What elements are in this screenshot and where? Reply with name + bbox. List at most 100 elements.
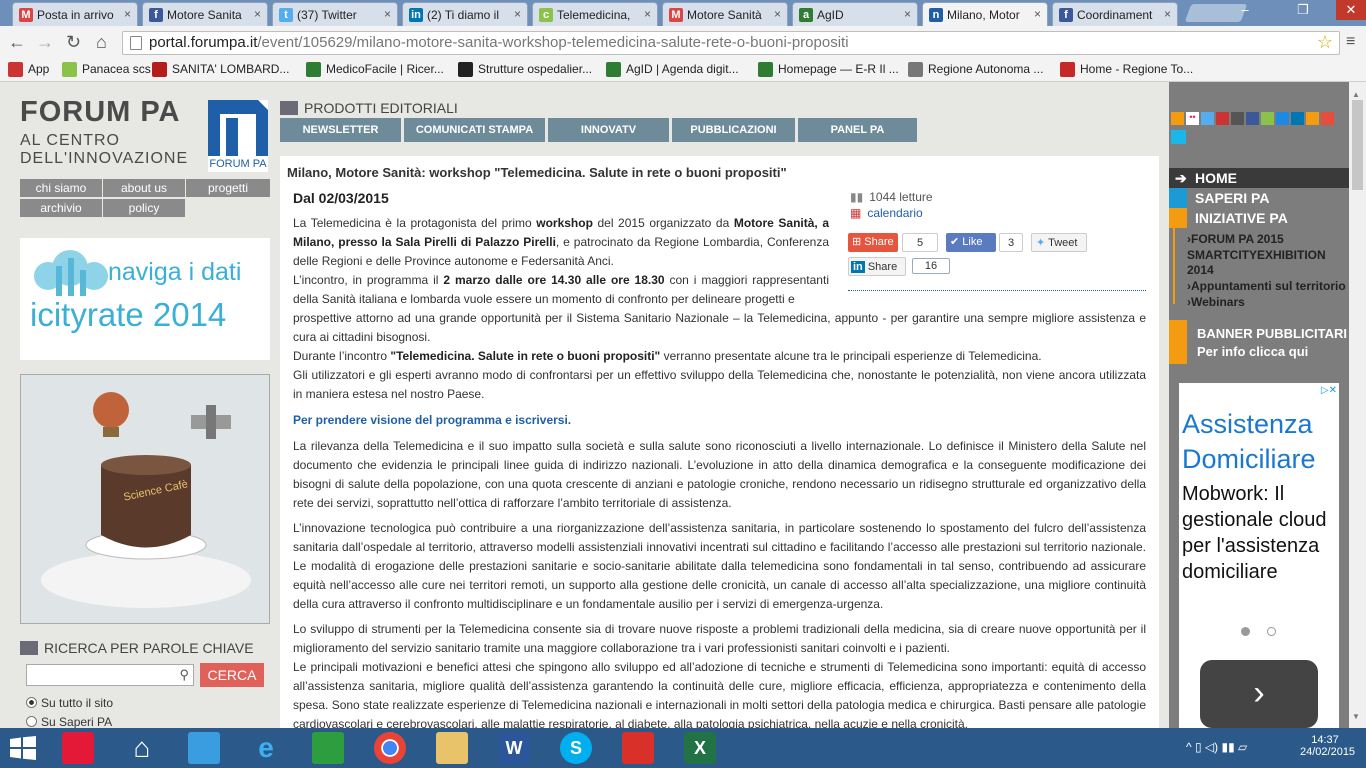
ad-choices-icon[interactable]: ▷✕ bbox=[1321, 385, 1337, 396]
tab-close-icon[interactable]: × bbox=[774, 7, 781, 21]
bookmark-item[interactable]: App bbox=[8, 62, 49, 77]
ustream-icon[interactable] bbox=[1276, 112, 1289, 125]
tab-close-icon[interactable]: × bbox=[1034, 7, 1041, 21]
twitter-icon[interactable] bbox=[1201, 112, 1214, 125]
bookmark-item[interactable]: SANITA' LOMBARD... bbox=[152, 62, 289, 77]
bookmark-star-icon[interactable]: ☆ bbox=[1317, 32, 1333, 53]
link-webinars[interactable]: ›Webinars bbox=[1187, 295, 1245, 309]
windows-start-icon[interactable] bbox=[10, 736, 36, 760]
menu-about-us[interactable]: about us bbox=[103, 179, 185, 197]
menu-archivio[interactable]: archivio bbox=[20, 199, 102, 217]
nav-iniziative-pa[interactable]: INIZIATIVE PA bbox=[1169, 208, 1349, 228]
radio-selected-icon[interactable] bbox=[26, 697, 37, 708]
youtube-icon[interactable] bbox=[1216, 112, 1229, 125]
clock[interactable]: 14:37 24/02/2015 bbox=[1300, 734, 1355, 758]
browser-tab[interactable]: f Coordinament × bbox=[1052, 2, 1178, 26]
tab-panel-pa[interactable]: PANEL PA bbox=[798, 118, 917, 142]
lenovo-app-icon[interactable] bbox=[62, 732, 94, 764]
chrome-icon[interactable] bbox=[374, 732, 406, 764]
search-scope-site[interactable]: Su tutto il sito bbox=[26, 696, 113, 710]
forward-icon[interactable]: → bbox=[36, 32, 54, 52]
acrobat-icon[interactable] bbox=[622, 732, 654, 764]
word-icon[interactable]: W bbox=[498, 732, 530, 764]
browser-tab[interactable]: t (37) Twitter × bbox=[272, 2, 398, 26]
vimeo-icon[interactable] bbox=[1171, 130, 1186, 144]
flickr-icon[interactable]: •• bbox=[1186, 112, 1199, 125]
tab-newsletter[interactable]: NEWSLETTER bbox=[280, 118, 401, 142]
menu-icon[interactable]: ≡ bbox=[1346, 32, 1355, 52]
search-button[interactable]: CERCA bbox=[200, 663, 264, 687]
close-window-icon[interactable]: ✕ bbox=[1336, 0, 1366, 20]
like-button[interactable]: ✔ Like bbox=[946, 233, 996, 252]
skype-icon[interactable]: S bbox=[560, 732, 592, 764]
tab-close-icon[interactable]: × bbox=[124, 7, 131, 21]
rss-icon[interactable] bbox=[1306, 112, 1319, 125]
browser-tab[interactable]: f Motore Sanita × bbox=[142, 2, 268, 26]
browser-tab[interactable]: n Milano, Motor × bbox=[922, 2, 1048, 26]
slideshare-icon[interactable] bbox=[1321, 112, 1334, 125]
ad-next-button[interactable]: › bbox=[1200, 660, 1318, 728]
bookmark-item[interactable]: MedicoFacile | Ricer... bbox=[306, 62, 444, 77]
banner-pubblicitari[interactable]: BANNER PUBBLICITARI Per info clicca qui bbox=[1169, 320, 1349, 364]
forum-pa-logo[interactable]: FORUM PA bbox=[208, 100, 268, 172]
store-app-icon[interactable] bbox=[188, 732, 220, 764]
browser-tab[interactable]: M Posta in arrivo × bbox=[12, 2, 138, 26]
internet-explorer-icon[interactable]: e bbox=[250, 732, 282, 764]
home-icon[interactable]: ⌂ bbox=[96, 32, 107, 52]
system-tray-icons[interactable]: ^ ▯ ◁) ▮▮ ▱ bbox=[1186, 740, 1247, 754]
menu-policy[interactable]: policy bbox=[103, 199, 185, 217]
scroll-down-icon[interactable]: ▼ bbox=[1352, 712, 1360, 721]
menu-chi-siamo[interactable]: chi siamo bbox=[20, 179, 102, 197]
back-icon[interactable]: ← bbox=[8, 32, 26, 52]
tab-close-icon[interactable]: × bbox=[514, 7, 521, 21]
search-icon[interactable]: ⚲ bbox=[179, 667, 189, 683]
excel-icon[interactable]: X bbox=[684, 732, 716, 764]
linkedin-icon[interactable] bbox=[1291, 112, 1304, 125]
share-button[interactable]: ⊞ Share bbox=[848, 233, 898, 252]
address-bar[interactable]: portal.forumpa.it/event/105629/milano-mo… bbox=[122, 31, 1340, 55]
icityrate-banner[interactable]: naviga i dati icityrate 2014 bbox=[20, 238, 270, 360]
browser-tab[interactable]: in (2) Ti diamo il × bbox=[402, 2, 528, 26]
bookmark-item[interactable]: Homepage — E-R Il ... bbox=[758, 62, 899, 77]
tab-close-icon[interactable]: × bbox=[1164, 7, 1171, 21]
file-explorer-icon[interactable] bbox=[436, 732, 468, 764]
scroll-up-icon[interactable]: ▲ bbox=[1352, 90, 1360, 99]
browser-tab[interactable]: a AgID × bbox=[792, 2, 918, 26]
search-input[interactable]: ⚲ bbox=[26, 664, 194, 686]
tab-close-icon[interactable]: × bbox=[904, 7, 911, 21]
store-icon[interactable] bbox=[312, 732, 344, 764]
social-icon[interactable] bbox=[1231, 112, 1244, 125]
tab-pubblicazioni[interactable]: PUBBLICAZIONI bbox=[672, 118, 795, 142]
tab-close-icon[interactable]: × bbox=[254, 7, 261, 21]
search-scope-saperi[interactable]: Su Saperi PA bbox=[26, 715, 112, 728]
carousel-dot-active[interactable] bbox=[1241, 627, 1250, 636]
link-smartcity[interactable]: SMARTCITYEXHIBITION 2014 bbox=[1187, 248, 1347, 278]
radio-icon[interactable] bbox=[26, 716, 37, 727]
nav-saperi-pa[interactable]: SAPERI PA bbox=[1169, 188, 1349, 208]
scroll-thumb[interactable] bbox=[1352, 100, 1363, 190]
bookmark-item[interactable]: Strutture ospedalier... bbox=[458, 62, 592, 77]
tab-close-icon[interactable]: × bbox=[644, 7, 651, 21]
social-icon[interactable] bbox=[1261, 112, 1274, 125]
link-appuntamenti[interactable]: ›Appuntamenti sul territorio bbox=[1187, 279, 1346, 293]
browser-tab[interactable]: c Telemedicina, × bbox=[532, 2, 658, 26]
nav-home[interactable]: ➔ HOME bbox=[1169, 168, 1349, 188]
page-scrollbar[interactable]: ▲ ▼ bbox=[1349, 82, 1366, 728]
tweet-button[interactable]: ✦ Tweet bbox=[1031, 233, 1087, 252]
program-link[interactable]: Per prendere visione del programma e isc… bbox=[293, 411, 1146, 430]
browser-tab[interactable]: M Motore Sanità × bbox=[662, 2, 788, 26]
bookmark-item[interactable]: Home - Regione To... bbox=[1060, 62, 1193, 77]
tab-close-icon[interactable]: × bbox=[384, 7, 391, 21]
tab-innovatv[interactable]: INNOVATV bbox=[548, 118, 669, 142]
home-app-icon[interactable]: ⌂ bbox=[126, 732, 158, 764]
bookmark-item[interactable]: AgID | Agenda digit... bbox=[606, 62, 739, 77]
facebook-icon[interactable] bbox=[1246, 112, 1259, 125]
maximize-icon[interactable]: ❐ bbox=[1288, 0, 1318, 20]
menu-progetti[interactable]: progetti bbox=[186, 179, 270, 197]
link-forum-pa-2015[interactable]: ›FORUM PA 2015 bbox=[1187, 232, 1284, 246]
minimize-icon[interactable]: ‒ bbox=[1230, 0, 1260, 20]
bookmark-item[interactable]: Panacea scs bbox=[62, 62, 151, 77]
reload-icon[interactable]: ↻ bbox=[66, 32, 81, 52]
advertisement[interactable]: ▷✕ Assistenza Domiciliare Mobwork: Il ge… bbox=[1179, 383, 1339, 728]
ad-headline[interactable]: Assistenza Domiciliare bbox=[1182, 407, 1339, 477]
